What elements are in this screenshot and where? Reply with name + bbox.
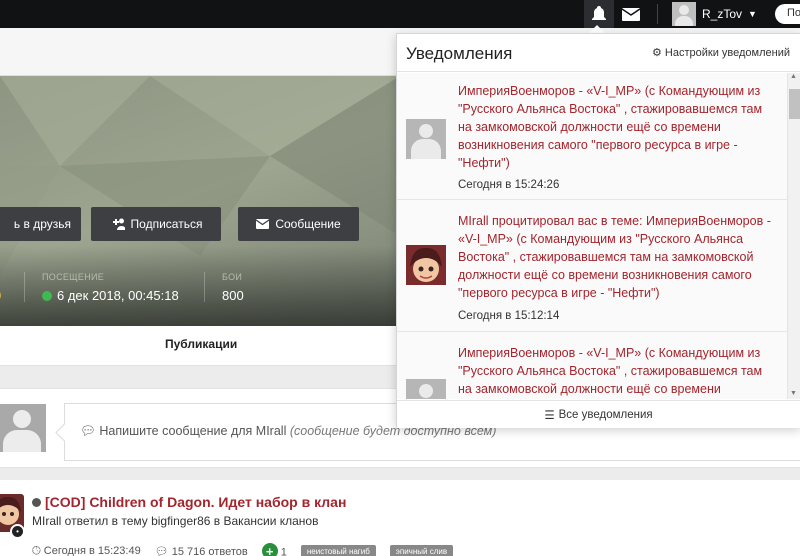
dropdown-caret [589,25,605,33]
tag[interactable]: эпичный слив [389,544,454,556]
notification-item[interactable]: ИмперияВоенморов - «V-I_MP» (с Командующ… [397,73,787,200]
notification-settings-link[interactable]: ⚙ Настройки уведомлений [652,46,790,60]
notification-time: Сегодня в 15:24:26 [458,179,560,191]
feed-meta: 🕓︎ Сегодня в 15:23:49 💬︎ 15 716 ответов … [32,543,454,556]
add-friend-label: ь в друзья [13,217,71,231]
comments-icon: 💬︎ [154,545,169,556]
notification-time: Сегодня в 15:12:14 [458,310,560,322]
feed-time: Сегодня в 15:23:49 [43,544,141,556]
notification-settings-label: Настройки уведомлений [664,46,790,59]
navbar-divider [657,4,658,24]
avatar [0,404,46,452]
stat-cutoff: 0 [0,282,1,303]
subscribe-button[interactable]: Подписаться [91,207,221,241]
stat-label: Бои [222,272,243,282]
scrollbar-thumb[interactable] [789,89,800,119]
comment-icon: 💬︎ [80,424,96,438]
gear-icon: ⚙ [652,47,662,59]
avatar [406,245,446,285]
feed-title[interactable]: [COD] Children of Dagon. Идет набор в кл… [45,494,346,510]
envelope-icon [256,219,270,229]
composer-prompt: Напишите сообщение для MIrall [99,424,287,438]
all-notifications-label: Все уведомления [558,408,653,421]
add-friend-button[interactable]: ь в друзья [0,207,81,241]
notification-text[interactable]: ИмперияВоенморов - «V-I_MP» (с Командующ… [458,344,778,398]
stat-divider [204,272,205,302]
scroll-down-icon[interactable]: ▼ [790,390,797,397]
avatar [406,119,446,159]
search-input[interactable]: По [775,4,800,24]
notifications-title: Уведомления [406,44,513,63]
feed-replies: 15 716 ответов [171,545,248,556]
stat-label: Посещение [42,272,105,282]
clock-icon: 🕓︎ [32,544,41,556]
message-label: Сообщение [275,217,341,231]
stat-battles: Бои 800 [222,272,244,303]
feed-likes: 1 [280,546,287,556]
tab-publications[interactable]: Публикации [165,337,237,351]
feed-subtitle: MIrall ответил в тему bigfinger86 в Вака… [32,514,319,528]
feed-item: • [COD] Children of Dagon. Идет набор в … [0,480,800,556]
notifications-scrollbar[interactable]: ▲ ▼ [787,73,800,399]
stat-divider [24,272,25,302]
notification-text[interactable]: ИмперияВоенморов - «V-I_MP» (с Командующ… [458,82,778,172]
avatar [406,379,446,399]
all-notifications-link[interactable]: ☰ Все уведомления [397,400,800,428]
notifications-list: ИмперияВоенморов - «V-I_MP» (с Командующ… [397,73,787,399]
chat-bubble-icon: • [10,524,25,539]
user-menu[interactable]: R_zTov ▼ [672,0,757,28]
user-plus-icon [112,218,125,230]
list-icon: ☰ [544,409,555,422]
messages-envelope-icon[interactable] [618,0,644,28]
scroll-up-icon[interactable]: ▲ [790,73,797,80]
notification-text[interactable]: MIrall процитировал вас в теме: ИмперияВ… [458,212,778,302]
online-status-icon [42,290,52,301]
chevron-down-icon: ▼ [748,9,757,19]
send-message-button[interactable]: Сообщение [238,207,359,241]
tag[interactable]: неистовый нагиб [300,544,376,556]
notifications-dropdown: Уведомления ⚙ Настройки уведомлений Импе… [396,33,800,428]
stat-last-visit: Посещение 6 дек 2018, 00:45:18 [42,272,179,303]
subscribe-label: Подписаться [130,217,203,231]
offline-status-icon [32,497,41,507]
stat-value: 800 [222,288,244,303]
stat-value: 6 дек 2018, 00:45:18 [57,288,179,303]
notifications-header: Уведомления ⚙ Настройки уведомлений [397,34,800,72]
user-avatar [672,2,696,26]
top-navbar: R_zTov ▼ По [0,0,800,28]
username: R_zTov [702,7,743,21]
notifications-bell-icon[interactable] [584,0,614,28]
notification-item[interactable]: MIrall процитировал вас в теме: ИмперияВ… [397,201,787,332]
notification-item[interactable]: ИмперияВоенморов - «V-I_MP» (с Командующ… [397,333,787,399]
like-plus-icon[interactable]: + [261,543,278,556]
